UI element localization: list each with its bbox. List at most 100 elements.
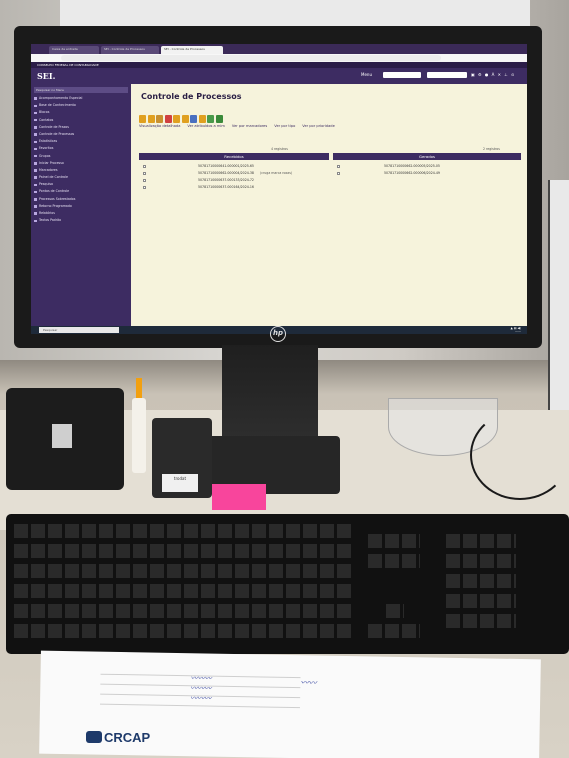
- browser-tab-bar: Caixa de entrada SEI - Controle de Proce…: [31, 44, 527, 54]
- sidebar-item[interactable]: Contatos: [31, 117, 131, 124]
- office-desk-scene: Caixa de entrada SEI - Controle de Proce…: [0, 0, 569, 758]
- process-link[interactable]: 50781710000637.000164/2024-16: [198, 185, 254, 189]
- row-checkbox[interactable]: [143, 164, 146, 168]
- process-link[interactable]: 50781710000662.000006/2024-49: [384, 171, 440, 175]
- process-link[interactable]: 50781710000637.000133/2024-72: [198, 178, 254, 182]
- key-row: [446, 574, 516, 588]
- crcap-logo-mark: [86, 731, 102, 743]
- key-row: [368, 534, 420, 548]
- sidebar-item[interactable]: Processos Sobrestados: [31, 196, 131, 203]
- key-row: [14, 604, 354, 618]
- handwriting: 〰〰〰: [190, 694, 212, 703]
- sidebar-item[interactable]: Estatísticas: [31, 138, 131, 145]
- handwriting: 〰〰〰: [190, 674, 212, 683]
- sidebar-item[interactable]: Marcadores: [31, 167, 131, 174]
- paper-line: [100, 703, 300, 709]
- process-link[interactable]: 50781710000662.000005/2025-05: [384, 164, 440, 168]
- key-row: [14, 544, 354, 558]
- sidebar-item[interactable]: Pesquisa: [31, 181, 131, 188]
- monitor-screen: Caixa de entrada SEI - Controle de Proce…: [31, 44, 527, 334]
- table-row: 50781710000641.000001/2025-65: [143, 163, 254, 170]
- view-link[interactable]: Ver por tipo: [274, 124, 295, 128]
- sidebar-item[interactable]: Iniciar Processo: [31, 160, 131, 167]
- toolbar-icon[interactable]: [207, 115, 214, 123]
- hp-logo: hp: [270, 326, 286, 342]
- row-checkbox[interactable]: [337, 164, 340, 168]
- sidebar-item[interactable]: Textos Padrão: [31, 217, 131, 224]
- row-checkbox[interactable]: [143, 185, 146, 189]
- toolbar-icon[interactable]: [190, 115, 197, 123]
- unit-select[interactable]: [427, 72, 467, 78]
- sidebar-item[interactable]: Painel de Controle: [31, 174, 131, 181]
- monitor: Caixa de entrada SEI - Controle de Proce…: [14, 26, 542, 348]
- address-bar: [31, 54, 527, 62]
- rubber-stamp: trodat: [152, 418, 212, 498]
- table-row: 50781710000637.000164/2024-16: [143, 184, 254, 191]
- taskbar-search-input[interactable]: Pesquisar: [39, 327, 119, 333]
- header-search-input[interactable]: [383, 72, 421, 78]
- key-row: [368, 554, 420, 568]
- received-column-header: Recebidos: [139, 153, 329, 160]
- toolbar-icon[interactable]: [215, 115, 223, 123]
- row-checkbox[interactable]: [337, 171, 340, 175]
- sidebar-item[interactable]: Pontos de Controle: [31, 188, 131, 195]
- sidebar-item[interactable]: Base de Conhecimento: [31, 102, 131, 109]
- cable: [470, 410, 569, 500]
- process-link[interactable]: 50781710000662.000004/2024-38: [198, 171, 254, 175]
- key-row: [446, 594, 516, 608]
- toolbar-icon[interactable]: [147, 115, 155, 123]
- key-row: [446, 534, 516, 548]
- handwriting: 〰〰: [300, 678, 317, 688]
- header-icons[interactable]: ▣ ⚙ ● A ✕ ⊥ ⊙: [471, 72, 515, 77]
- table-row: 50781710000662.000006/2024-49: [337, 170, 440, 177]
- toolbar-icon[interactable]: [181, 115, 189, 123]
- sticky-note-pad: [212, 484, 266, 510]
- table-row: 50781710000662.000005/2025-05: [337, 163, 440, 170]
- sidebar-menu: Pesquisar no Menu Acompanhamento Especia…: [31, 84, 131, 326]
- url-field[interactable]: [61, 55, 441, 61]
- sidebar-search-input[interactable]: Pesquisar no Menu: [34, 87, 128, 93]
- table-row: 50781710000637.000133/2024-72: [143, 177, 254, 184]
- sidebar-item[interactable]: Controle de Prazos: [31, 124, 131, 131]
- view-link[interactable]: Ver atribuídos a mim: [187, 124, 225, 128]
- stamp-label: trodat: [162, 474, 198, 492]
- menu-label[interactable]: Menu: [361, 72, 372, 77]
- toolbar-icon[interactable]: [164, 115, 172, 123]
- page-title: Controle de Processos: [141, 92, 242, 101]
- monitor-stand: [222, 345, 318, 440]
- sidebar-item[interactable]: Controle de Processos: [31, 131, 131, 138]
- received-count: 4 registros: [271, 147, 288, 151]
- table-row: 50781710000662.000004/2024-38 (cruga marc…: [143, 170, 292, 177]
- sidebar-item[interactable]: Blocos: [31, 109, 131, 116]
- app-logo[interactable]: SEI.: [37, 71, 55, 81]
- toolbar-icon[interactable]: [198, 115, 206, 123]
- main-content: Controle de Processos Visualização detal…: [131, 84, 527, 326]
- toolbar-icon[interactable]: [139, 115, 146, 123]
- sidebar-item[interactable]: Relatórios: [31, 210, 131, 217]
- sidebar-item[interactable]: Retorno Programado: [31, 203, 131, 210]
- generated-column-header: Gerados: [333, 153, 521, 160]
- process-toolbar: [139, 108, 224, 123]
- key-row: [14, 624, 354, 638]
- view-link[interactable]: Ver por marcadores: [232, 124, 267, 128]
- row-checkbox[interactable]: [143, 178, 146, 182]
- handwriting: 〰〰〰: [190, 684, 212, 693]
- toolbar-icon[interactable]: [156, 115, 163, 123]
- view-link[interactable]: Visualização detalhada: [139, 124, 180, 128]
- taskbar-clock[interactable]: ▲ ▤ ◀) ——: [510, 327, 521, 333]
- key-row: [14, 524, 354, 538]
- view-links: Visualização detalhada Ver atribuídos a m…: [139, 124, 342, 128]
- browser-tab[interactable]: SEI - Controle de Processos: [101, 46, 159, 54]
- browser-tab[interactable]: Caixa de entrada: [49, 46, 99, 54]
- browser-tab-active[interactable]: SEI - Controle de Processos: [161, 46, 223, 54]
- app-header: SEI. Menu ▣ ⚙ ● A ✕ ⊥ ⊙: [31, 68, 527, 84]
- sidebar-item[interactable]: Favoritos: [31, 145, 131, 152]
- sidebar-item[interactable]: Grupos: [31, 153, 131, 160]
- row-checkbox[interactable]: [143, 171, 146, 175]
- view-link[interactable]: Ver por prioridade: [302, 124, 335, 128]
- toolbar-icon[interactable]: [173, 115, 180, 123]
- hole-punch: [6, 388, 124, 490]
- generated-count: 2 registros: [483, 147, 500, 151]
- process-link[interactable]: 50781710000641.000001/2025-65: [198, 164, 254, 168]
- sidebar-item[interactable]: Acompanhamento Especial: [31, 95, 131, 102]
